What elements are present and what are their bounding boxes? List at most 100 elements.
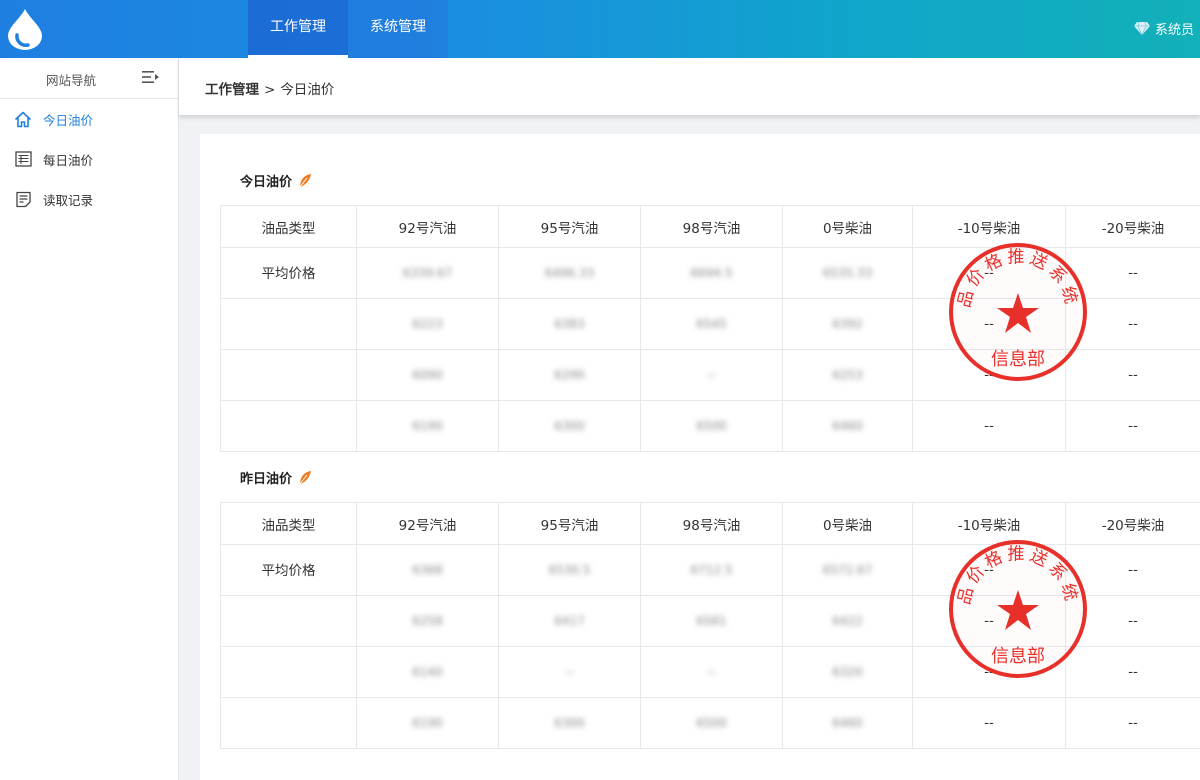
price-cell: 6422 xyxy=(832,614,863,628)
breadcrumb-current: 今日油价 xyxy=(280,82,335,98)
price-cell: 6339.67 xyxy=(402,266,453,280)
main-content: 今日油价 油品类型 92号汽油 95号汽油 98号汽油 0号柴油 -10号柴油 … xyxy=(200,134,1200,780)
price-cell: -- xyxy=(1065,544,1200,596)
price-cell: 6320 xyxy=(832,665,863,679)
table-row: 平均价格 6339.67 6496.33 6694.5 6535.33 -- -… xyxy=(220,247,1200,299)
price-cell: 6500 xyxy=(696,419,727,433)
price-cell: 6258 xyxy=(412,614,443,628)
column-header: -20号柴油 xyxy=(1065,205,1200,248)
table-row: 6090 6290 -- 6253 -- -- xyxy=(220,349,1200,401)
price-cell: -- xyxy=(912,349,1066,401)
price-cell: -- xyxy=(1065,247,1200,299)
sidebar-item-label: 读取记录 xyxy=(43,192,94,208)
price-cell: 6712.5 xyxy=(690,563,733,577)
yesterday-price-title: 昨日油价 xyxy=(240,468,312,487)
table-row: 6140 -- -- 6320 -- -- xyxy=(220,646,1200,698)
price-cell: 6190 xyxy=(412,716,443,730)
price-cell: 6496.33 xyxy=(544,266,595,280)
price-cell: 6290 xyxy=(554,368,585,382)
price-cell: -- xyxy=(1065,697,1200,749)
price-cell: -- xyxy=(912,697,1066,749)
price-cell: 6694.5 xyxy=(690,266,733,280)
price-cell: 6090 xyxy=(412,368,443,382)
sidebar-item-label: 每日油价 xyxy=(43,152,94,168)
price-cell: -- xyxy=(912,298,1066,350)
column-header: 0号柴油 xyxy=(782,502,913,545)
column-header: 95号汽油 xyxy=(498,205,641,248)
column-header: 98号汽油 xyxy=(640,205,783,248)
price-cell: 6223 xyxy=(412,317,443,331)
price-cell: -- xyxy=(912,400,1066,452)
price-cell: 6300 xyxy=(554,716,585,730)
price-cell: 6140 xyxy=(412,665,443,679)
price-cell: 6581 xyxy=(696,614,727,628)
menu-collapse-icon[interactable] xyxy=(142,69,160,85)
sidebar-item-label: 今日油价 xyxy=(43,112,94,128)
today-price-title: 今日油价 xyxy=(240,171,312,190)
price-cell: 6253 xyxy=(832,368,863,382)
top-nav: 工作管理 系统管理 xyxy=(248,0,448,58)
price-cell: 6190 xyxy=(412,419,443,433)
price-cell: 6460 xyxy=(832,716,863,730)
breadcrumb: 工作管理 > 今日油价 xyxy=(205,78,334,98)
feather-icon xyxy=(298,173,312,188)
price-cell: 6417 xyxy=(554,614,585,628)
price-cell: 6500 xyxy=(696,716,727,730)
row-label: 平均价格 xyxy=(220,247,357,299)
price-cell: -- xyxy=(1065,400,1200,452)
price-cell: 6460 xyxy=(832,419,863,433)
column-header: 油品类型 xyxy=(220,502,357,545)
sidebar-item-today-price[interactable]: 今日油价 xyxy=(0,99,178,139)
sidebar-item-daily-price[interactable]: 每日油价 xyxy=(0,139,178,179)
price-cell: 6368 xyxy=(412,563,443,577)
price-cell: -- xyxy=(912,544,1066,596)
breadcrumb-bar: 工作管理 > 今日油价 xyxy=(179,58,1200,115)
tab-system-management[interactable]: 系统管理 xyxy=(348,0,448,58)
table-row: 平均价格 6368 6530.5 6712.5 6572.67 -- -- xyxy=(220,544,1200,596)
price-cell: -- xyxy=(707,368,716,382)
row-label: 平均价格 xyxy=(220,544,357,596)
table-row: 6190 6300 6500 6460 -- -- xyxy=(220,697,1200,749)
sidebar-item-read-records[interactable]: 读取记录 xyxy=(0,179,178,219)
price-cell: 6530.5 xyxy=(548,563,591,577)
table-row: 6223 6383 6545 6392 -- -- xyxy=(220,298,1200,350)
price-cell: -- xyxy=(1065,298,1200,350)
breadcrumb-parent[interactable]: 工作管理 xyxy=(205,82,259,98)
price-cell: 6300 xyxy=(554,419,585,433)
section-title-text: 今日油价 xyxy=(240,175,293,190)
sidebar-header: 网站导航 xyxy=(0,58,178,99)
table-row: 6258 6417 6581 6422 -- -- xyxy=(220,595,1200,647)
price-cell: 6545 xyxy=(696,317,727,331)
price-cell: 6392 xyxy=(832,317,863,331)
today-price-table: 油品类型 92号汽油 95号汽油 98号汽油 0号柴油 -10号柴油 -20号柴… xyxy=(220,205,1200,452)
top-header: 工作管理 系统管理 系统员 xyxy=(0,0,1200,58)
user-menu[interactable]: 系统员 xyxy=(1133,19,1194,38)
section-title-text: 昨日油价 xyxy=(240,472,293,487)
column-header: -10号柴油 xyxy=(912,205,1066,248)
record-icon xyxy=(14,190,32,208)
column-header: 98号汽油 xyxy=(640,502,783,545)
price-cell: -- xyxy=(565,665,574,679)
column-header: 92号汽油 xyxy=(356,205,499,248)
price-cell: -- xyxy=(1065,349,1200,401)
home-icon xyxy=(14,110,32,128)
water-drop-logo-icon xyxy=(8,9,42,50)
table-header-row: 油品类型 92号汽油 95号汽油 98号汽油 0号柴油 -10号柴油 -20号柴… xyxy=(220,205,1200,248)
yesterday-price-table: 油品类型 92号汽油 95号汽油 98号汽油 0号柴油 -10号柴油 -20号柴… xyxy=(220,502,1200,749)
table-row: 6190 6300 6500 6460 -- -- xyxy=(220,400,1200,452)
sidebar: 网站导航 今日油价 每日油价 读取记录 xyxy=(0,58,179,780)
price-cell: -- xyxy=(1065,646,1200,698)
feather-icon xyxy=(298,470,312,485)
column-header: 0号柴油 xyxy=(782,205,913,248)
column-header: -20号柴油 xyxy=(1065,502,1200,545)
sidebar-title: 网站导航 xyxy=(46,73,97,88)
column-header: 92号汽油 xyxy=(356,502,499,545)
price-cell: 6383 xyxy=(554,317,585,331)
column-header: 油品类型 xyxy=(220,205,357,248)
price-cell: -- xyxy=(912,646,1066,698)
column-header: 95号汽油 xyxy=(498,502,641,545)
tab-work-management[interactable]: 工作管理 xyxy=(248,0,348,58)
price-cell: -- xyxy=(912,247,1066,299)
price-cell: -- xyxy=(912,595,1066,647)
table-header-row: 油品类型 92号汽油 95号汽油 98号汽油 0号柴油 -10号柴油 -20号柴… xyxy=(220,502,1200,545)
